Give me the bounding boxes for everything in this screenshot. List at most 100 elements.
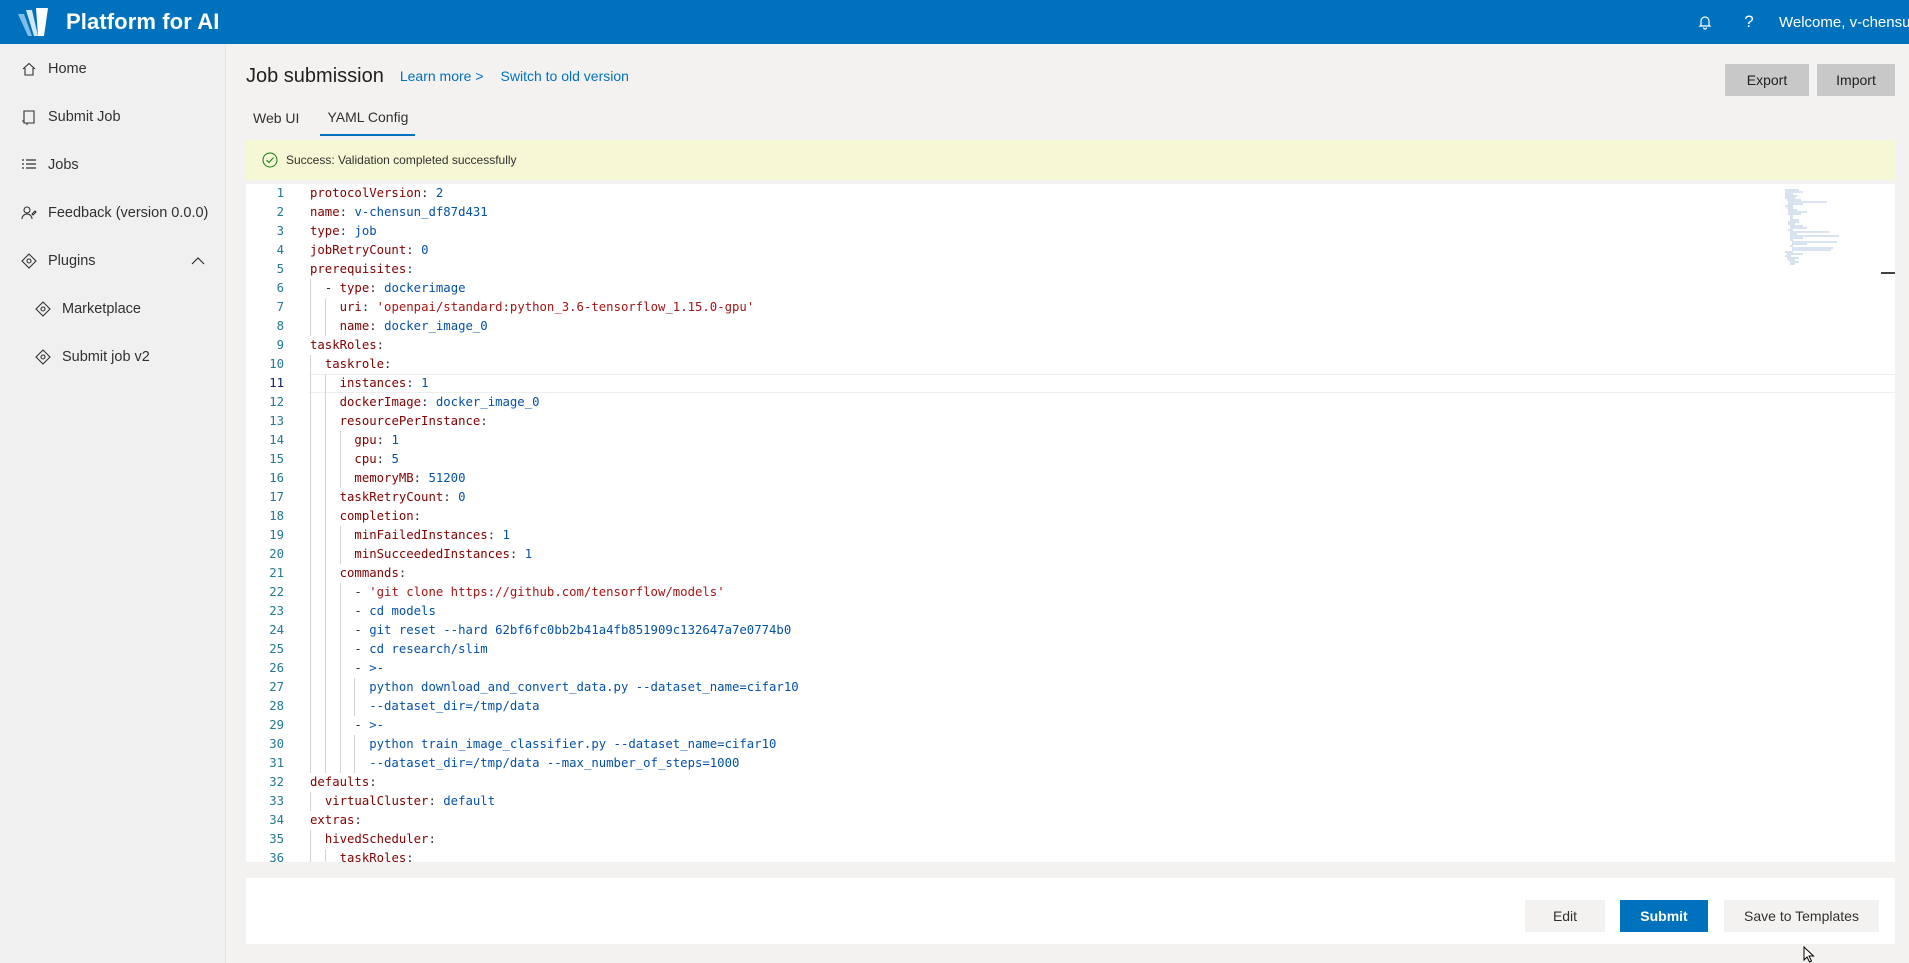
- feedback-icon: [20, 204, 38, 222]
- indent-guide: [310, 735, 311, 754]
- indent-guide: [339, 526, 341, 545]
- line-text: defaults:: [310, 775, 377, 789]
- line-number: 2: [276, 205, 284, 219]
- indent-guide: [324, 659, 326, 678]
- line-number: 34: [269, 813, 284, 827]
- indent-guide: [310, 469, 311, 488]
- line-text: instances: 1: [339, 376, 429, 390]
- logo-icon: [18, 8, 48, 36]
- submit-button[interactable]: Submit: [1620, 900, 1708, 932]
- save-to-templates-button[interactable]: Save to Templates: [1724, 900, 1879, 932]
- indent-guide: [324, 678, 326, 697]
- line-number: 17: [269, 490, 284, 504]
- line-text: prerequisites:: [310, 262, 414, 276]
- line-text: name: docker_image_0: [339, 319, 488, 333]
- puzzle-icon: [34, 300, 52, 318]
- switch-old-version-link[interactable]: Switch to old version: [501, 68, 629, 84]
- line-number: 21: [269, 566, 284, 580]
- sidebar: Home Submit Job Jobs Feedback (version 0…: [0, 44, 226, 963]
- sidebar-item-plugins[interactable]: Plugins: [0, 237, 225, 285]
- line-text: cpu: 5: [354, 452, 399, 466]
- sidebar-item-label: Submit job v2: [62, 349, 150, 365]
- sidebar-item-label: Marketplace: [62, 301, 141, 317]
- sidebar-item-marketplace[interactable]: Marketplace: [0, 285, 225, 333]
- indent-guide: [324, 469, 326, 488]
- indent-guide: [339, 697, 341, 716]
- indent-guide: [324, 583, 326, 602]
- line-number: 7: [276, 300, 284, 314]
- tab-web-ui[interactable]: Web UI: [246, 100, 306, 136]
- current-line-highlight: [309, 374, 1895, 393]
- indent-guide: [354, 735, 356, 754]
- puzzle-icon: [34, 348, 52, 366]
- sidebar-item-feedback[interactable]: Feedback (version 0.0.0): [0, 189, 225, 237]
- indent-guide: [310, 564, 311, 583]
- indent-guide: [324, 564, 326, 583]
- line-number: 14: [269, 433, 284, 447]
- edit-button[interactable]: Edit: [1525, 900, 1605, 932]
- line-number: 3: [276, 224, 284, 238]
- indent-guide: [339, 583, 341, 602]
- sidebar-item-home[interactable]: Home: [0, 45, 225, 93]
- indent-guide: [339, 640, 341, 659]
- line-number: 19: [269, 528, 284, 542]
- line-text: extras:: [310, 813, 362, 827]
- line-text: - type: dockerimage: [324, 281, 466, 295]
- sidebar-item-submit-job-v2[interactable]: Submit job v2: [0, 333, 225, 381]
- line-text: type: job: [310, 224, 377, 238]
- indent-guide: [324, 431, 326, 450]
- export-button[interactable]: Export: [1725, 64, 1809, 96]
- indent-guide: [310, 450, 311, 469]
- line-text: - cd research/slim: [354, 642, 488, 656]
- indent-guide: [324, 754, 326, 773]
- indent-guide: [339, 469, 341, 488]
- line-text: - cd models: [354, 604, 436, 618]
- indent-guide: [310, 526, 311, 545]
- help-icon[interactable]: ?: [1727, 0, 1771, 44]
- line-number: 31: [269, 756, 284, 770]
- indent-guide: [354, 678, 356, 697]
- indent-guide: [324, 450, 326, 469]
- line-text: dockerImage: docker_image_0: [339, 395, 540, 409]
- tab-yaml-config[interactable]: YAML Config: [320, 100, 416, 136]
- line-text: - git reset --hard 62bf6fc0bb2b41a4fb851…: [354, 623, 792, 637]
- line-number: 28: [269, 699, 284, 713]
- sidebar-item-label: Feedback (version 0.0.0): [48, 205, 209, 221]
- line-text: protocolVersion: 2: [310, 186, 444, 200]
- import-button[interactable]: Import: [1817, 64, 1895, 96]
- line-number: 13: [269, 414, 284, 428]
- indent-guide: [310, 393, 311, 412]
- line-number: 9: [276, 338, 284, 352]
- editor-minimap[interactable]: [1785, 188, 1855, 268]
- mouse-cursor-icon: [1803, 946, 1815, 963]
- line-number: 32: [269, 775, 284, 789]
- notification-bell-icon[interactable]: [1683, 0, 1727, 44]
- indent-guide: [310, 602, 311, 621]
- sidebar-item-submit-job[interactable]: Submit Job: [0, 93, 225, 141]
- indent-guide: [310, 792, 311, 811]
- line-number: 6: [276, 281, 284, 295]
- indent-guide: [310, 716, 311, 735]
- app-title: Platform for AI: [66, 9, 220, 34]
- indent-guide: [310, 488, 311, 507]
- editor-scrollbar[interactable]: [1881, 272, 1895, 274]
- welcome-user-menu[interactable]: Welcome, v-chensun: [1779, 14, 1909, 31]
- success-banner: Success: Validation completed successful…: [246, 140, 1895, 180]
- sidebar-item-label: Home: [48, 61, 87, 77]
- line-number: 29: [269, 718, 284, 732]
- list-icon: [20, 156, 38, 174]
- indent-guide: [339, 431, 341, 450]
- indent-guide: [310, 830, 311, 849]
- yaml-editor[interactable]: 1 protocolVersion: 2 2 name: v-chensun_df87…: [246, 184, 1895, 862]
- line-number: 24: [269, 623, 284, 637]
- line-number: 23: [269, 604, 284, 618]
- line-number: 18: [269, 509, 284, 523]
- indent-guide: [310, 317, 311, 336]
- indent-guide: [339, 735, 341, 754]
- sidebar-item-jobs[interactable]: Jobs: [0, 141, 225, 189]
- sidebar-item-label: Jobs: [48, 157, 79, 173]
- chevron-up-icon[interactable]: [191, 254, 205, 270]
- indent-guide: [310, 412, 311, 431]
- line-text: taskRoles:: [310, 338, 385, 352]
- learn-more-link[interactable]: Learn more >: [400, 68, 484, 84]
